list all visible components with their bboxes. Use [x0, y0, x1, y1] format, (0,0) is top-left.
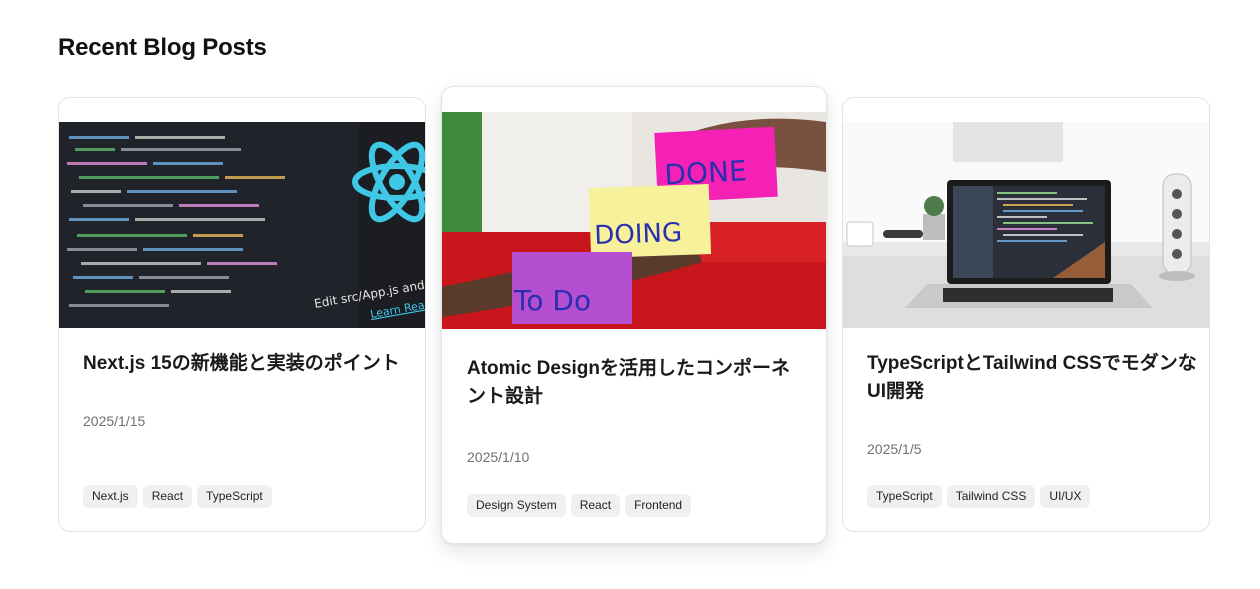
- post-date: 2025/1/15: [83, 413, 146, 429]
- post-title[interactable]: Atomic Designを活用したコンポーネント設計: [467, 355, 807, 411]
- blog-card[interactable]: TypeScriptとTailwind CSSでモダンなUI開発 2025/1/…: [842, 97, 1210, 532]
- blog-card[interactable]: Edit src/App.js and save Learn React Nex…: [58, 97, 426, 532]
- tag[interactable]: Next.js: [83, 485, 138, 508]
- tag[interactable]: React: [142, 485, 193, 508]
- tag[interactable]: Frontend: [625, 494, 692, 517]
- post-title[interactable]: Next.js 15の新機能と実装のポイント: [83, 350, 413, 378]
- tag[interactable]: Design System: [467, 494, 566, 517]
- note-todo-text: To Do: [513, 284, 591, 317]
- tag-list: TypeScript Tailwind CSS UI/UX: [867, 485, 1091, 508]
- post-date: 2025/1/10: [467, 449, 530, 465]
- sticky-notes-kanban-image: DONE DOING To Do: [442, 112, 826, 329]
- tag[interactable]: React: [570, 494, 621, 517]
- post-title[interactable]: TypeScriptとTailwind CSSでモダンなUI開発: [867, 350, 1197, 406]
- tag[interactable]: TypeScript: [867, 485, 942, 508]
- tag-list: Design System React Frontend: [467, 494, 692, 517]
- tag[interactable]: TypeScript: [197, 485, 272, 508]
- react-code-screen-image: Edit src/App.js and save Learn React: [59, 122, 425, 328]
- tag[interactable]: Tailwind CSS: [946, 485, 1036, 508]
- note-doing-text: DOING: [594, 218, 683, 251]
- laptop-desk-image: [843, 122, 1209, 328]
- tag-list: Next.js React TypeScript: [83, 485, 272, 508]
- blog-card[interactable]: DONE DOING To Do Atomic Designを活用したコンポーネ…: [441, 86, 827, 544]
- section-title: Recent Blog Posts: [58, 34, 267, 61]
- post-date: 2025/1/5: [867, 441, 922, 457]
- tag[interactable]: UI/UX: [1040, 485, 1091, 508]
